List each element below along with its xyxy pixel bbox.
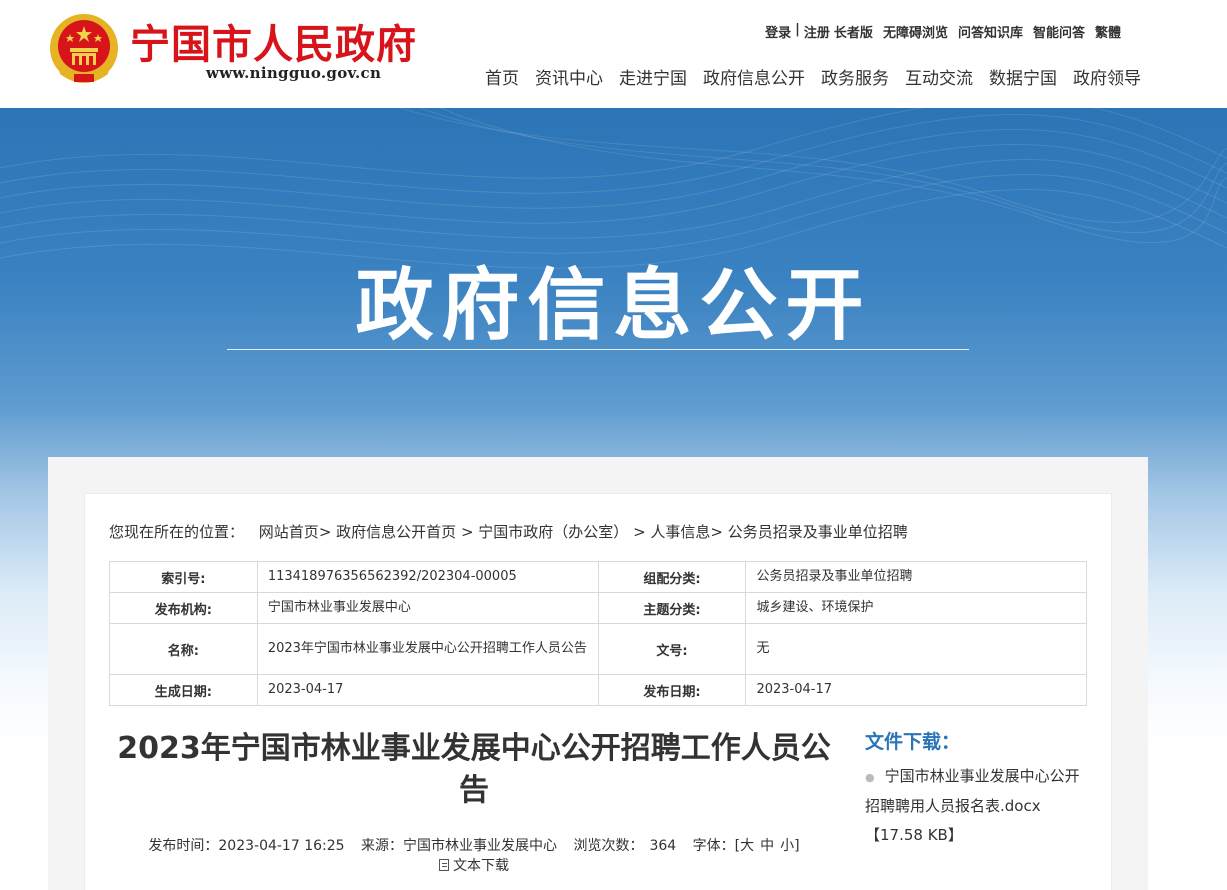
article-source: 来源：宁国市林业事业发展中心 xyxy=(361,838,558,854)
file-size: 【17.58 KB】 xyxy=(865,826,963,844)
document-icon xyxy=(439,859,449,871)
breadcrumb-info-home[interactable]: 政府信息公开首页 xyxy=(336,523,456,541)
font-size-end: ] xyxy=(794,838,800,854)
traditional-chinese-link[interactable]: 繁體 xyxy=(1095,22,1121,41)
breadcrumb-home[interactable]: 网站首页 xyxy=(259,523,319,541)
published-date-value: 2023-04-17 xyxy=(745,674,1087,706)
register-link[interactable]: 注册 xyxy=(804,22,830,41)
site-url: www.ningguo.gov.cn xyxy=(206,64,382,82)
file-name[interactable]: 宁国市林业事业发展中心公开招聘聘用人员报名表.docx xyxy=(865,767,1080,815)
text-download-link[interactable]: 文本下载 xyxy=(109,855,839,875)
file-download-item[interactable]: ● 宁国市林业事业发展中心公开招聘聘用人员报名表.docx 【17.58 KB】 xyxy=(865,762,1090,850)
created-date-label: 生成日期: xyxy=(109,674,258,706)
table-row: 索引号: 113418976356562392/202304-00005 组配分… xyxy=(109,561,1087,593)
breadcrumb-prefix: 您现在所在的位置： xyxy=(109,523,245,541)
banner-title: 政府信息公开 xyxy=(355,261,872,351)
text-download-label[interactable]: 文本下载 xyxy=(453,858,509,874)
nav-item-services[interactable]: 政务服务 xyxy=(821,64,889,89)
view-count-label: 浏览次数： xyxy=(573,838,644,854)
article-title: 2023年宁国市林业事业发展中心公开招聘工作人员公告 xyxy=(117,731,831,808)
elder-version-link[interactable]: 长者版 xyxy=(834,22,873,41)
qa-knowledge-link[interactable]: 问答知识库 xyxy=(958,22,1023,41)
breadcrumb-personnel[interactable]: 人事信息 xyxy=(650,523,710,541)
font-size-medium[interactable]: 中 xyxy=(760,838,774,854)
publish-info: 发布时间：2023-04-17 16:25 来源：宁国市林业事业发展中心 浏览次… xyxy=(109,835,839,855)
font-size-large[interactable]: 大 xyxy=(740,838,754,854)
nav-item-leaders[interactable]: 政府领导 xyxy=(1073,64,1141,89)
separator: | xyxy=(795,22,800,37)
file-download-title: 文件下载： xyxy=(865,731,961,753)
view-count: 浏览次数： 364 xyxy=(573,838,676,854)
breadcrumb-recruitment[interactable]: 公务员招录及事业单位招聘 xyxy=(728,523,908,541)
nav-item-news[interactable]: 资讯中心 xyxy=(535,64,603,89)
table-row: 名称: 2023年宁国市林业事业发展中心公开招聘工作人员公告 文号: 无 xyxy=(109,623,1087,675)
publish-time: 发布时间：2023-04-17 16:25 xyxy=(148,838,345,854)
main-nav: 首页 资讯中心 走进宁国 政府信息公开 政务服务 互动交流 数据宁国 政府领导 xyxy=(485,64,1141,89)
name-value: 2023年宁国市林业事业发展中心公开招聘工作人员公告 xyxy=(256,623,599,675)
table-row: 生成日期: 2023-04-17 发布日期: 2023-04-17 xyxy=(109,674,1087,706)
site-title[interactable]: 宁国市人民政府 xyxy=(130,12,417,70)
nav-item-data[interactable]: 数据宁国 xyxy=(989,64,1057,89)
national-emblem-icon[interactable] xyxy=(48,12,120,86)
top-links: 登录 | 注册 长者版 无障碍浏览 问答知识库 智能问答 繁體 xyxy=(765,22,1121,41)
breadcrumb-separator: > xyxy=(628,523,651,541)
topic-label: 主题分类: xyxy=(597,592,747,624)
index-value: 113418976356562392/202304-00005 xyxy=(256,561,599,593)
accessibility-link[interactable]: 无障碍浏览 xyxy=(883,22,948,41)
banner-divider xyxy=(227,349,969,350)
breadcrumb-separator: > xyxy=(318,523,337,541)
bullet-icon: ● xyxy=(865,771,875,784)
breadcrumb-separator: > xyxy=(456,523,479,541)
document-meta-table: 索引号: 113418976356562392/202304-00005 组配分… xyxy=(109,561,1087,706)
nav-item-about[interactable]: 走进宁国 xyxy=(619,64,687,89)
category-value: 公务员招录及事业单位招聘 xyxy=(745,561,1087,593)
topic-value: 城乡建设、环境保护 xyxy=(745,592,1087,624)
docno-value: 无 xyxy=(745,623,1087,675)
docno-label: 文号: xyxy=(597,623,747,675)
login-link[interactable]: 登录 xyxy=(765,22,791,41)
nav-item-home[interactable]: 首页 xyxy=(485,64,519,89)
created-date-value: 2023-04-17 xyxy=(256,674,599,706)
publisher-value: 宁国市林业事业发展中心 xyxy=(256,592,599,624)
font-size-controls: 字体：[大中小] xyxy=(693,838,800,854)
name-label: 名称: xyxy=(109,623,258,675)
publisher-label: 发布机构: xyxy=(109,592,258,624)
category-label: 组配分类: xyxy=(597,561,747,593)
table-row: 发布机构: 宁国市林业事业发展中心 主题分类: 城乡建设、环境保护 xyxy=(109,592,1087,624)
font-size-label: 字体：[ xyxy=(692,838,741,854)
index-label: 索引号: xyxy=(109,561,258,593)
nav-item-interaction[interactable]: 互动交流 xyxy=(905,64,973,89)
published-date-label: 发布日期: xyxy=(597,674,747,706)
breadcrumb-office[interactable]: 宁国市政府（办公室） xyxy=(478,523,628,541)
breadcrumb-separator: > xyxy=(710,523,728,541)
site-header: 宁国市人民政府 www.ningguo.gov.cn 登录 | 注册 长者版 无… xyxy=(0,0,1227,108)
font-size-small[interactable]: 小 xyxy=(780,838,794,854)
smart-qa-link[interactable]: 智能问答 xyxy=(1033,22,1085,41)
breadcrumb: 您现在所在的位置： 网站首页> 政府信息公开首页 > 宁国市政府（办公室） > … xyxy=(109,521,908,542)
nav-item-info-disclosure[interactable]: 政府信息公开 xyxy=(703,64,805,89)
view-count-value: 364 xyxy=(649,838,677,854)
